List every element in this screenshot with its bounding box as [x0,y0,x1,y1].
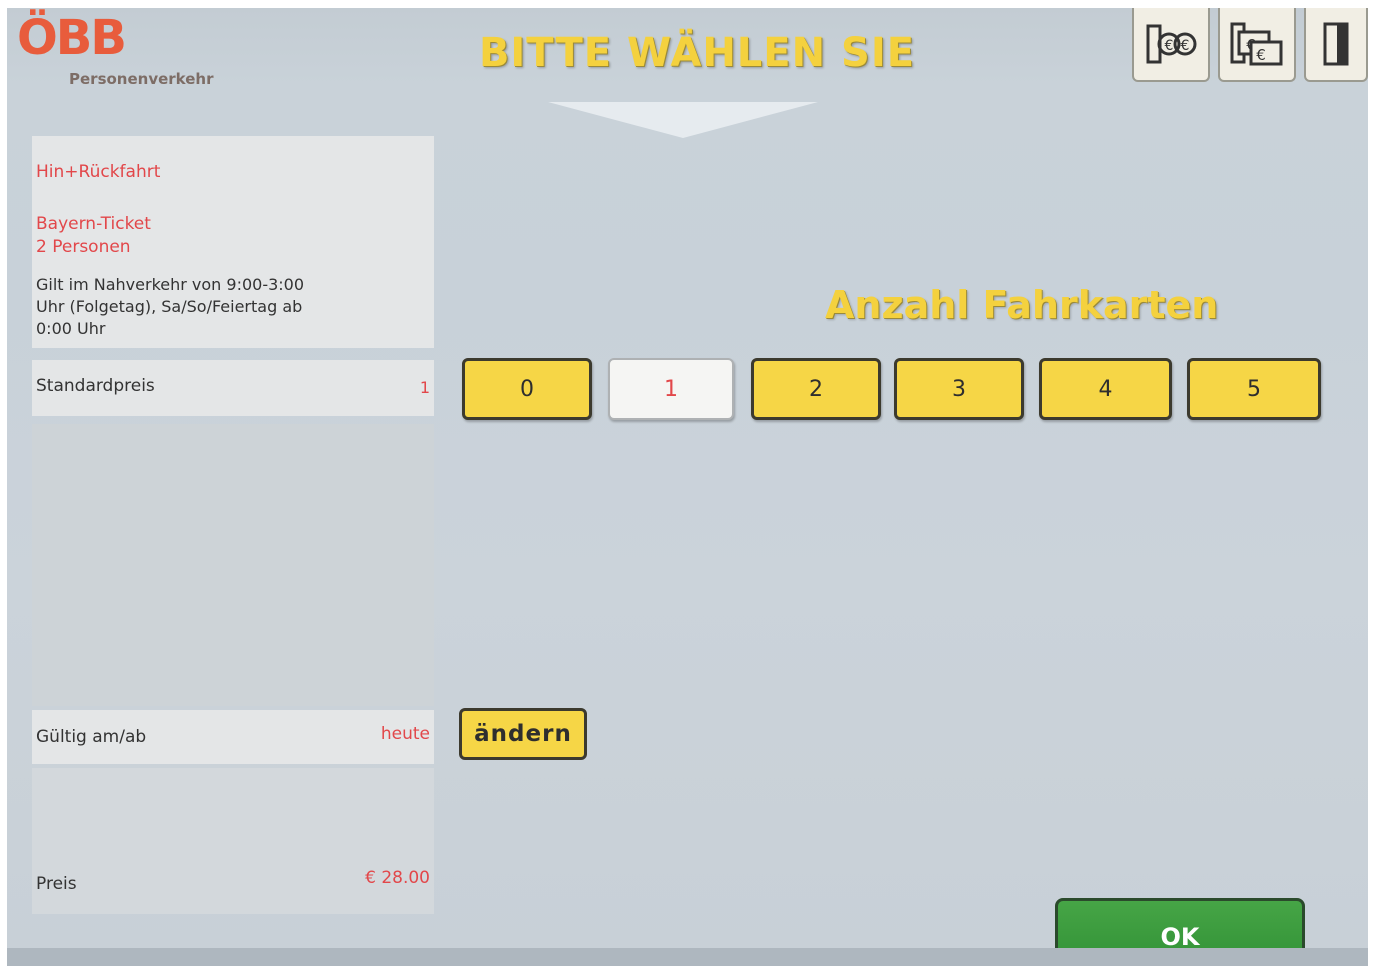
quantity-title: Anzahl Fahrkarten [825,283,1219,327]
ok-ticket-button[interactable]: OK Fahrkarte [1055,898,1305,966]
persons: 2 Personen [36,237,131,257]
empty-panel [32,424,434,706]
quantity-option-3[interactable]: 3 [894,358,1024,420]
page-title: BITTE WÄHLEN SIE [478,30,916,76]
trip-type: Hin+Rückfahrt [36,162,161,182]
price-label: Preis [36,874,77,894]
ticket-machine-screen: ÖBB Personenverkehr BITTE WÄHLEN SIE € €… [7,8,1368,966]
svg-text:€: € [1256,46,1266,64]
logo-mark: ÖBB [17,10,127,66]
validity-line: Uhr (Folgetag), Sa/So/Feiertag ab [36,297,303,316]
valid-label: Gültig am/ab [36,727,147,747]
logo-subtitle: Personenverkehr [69,70,214,88]
product-name: Bayern-Ticket [36,214,151,234]
fare-row: Standardpreis 1 [32,360,434,416]
quantity-option-2[interactable]: 2 [751,358,881,420]
validity-note: Gilt im Nahverkehr von 9:00-3:00 Uhr (Fo… [36,274,304,340]
valid-row: Gültig am/ab heute [32,710,434,764]
down-arrow-icon [548,102,818,138]
fare-count: 1 [419,378,430,397]
banknote-payment-icon: € € [1230,22,1283,66]
svg-text:€: € [1181,38,1190,54]
change-button[interactable]: ändern [459,708,587,760]
ok-label: OK [1160,923,1200,951]
card-slot-icon [1323,22,1349,66]
price-value: € 28.00 [365,868,430,888]
card-slot-button[interactable] [1304,8,1368,82]
price-panel: Preis € 28.00 [32,768,434,914]
oebb-logo: ÖBB Personenverkehr [17,14,247,94]
ok-sublabel: Fahrkarte [1114,951,1246,966]
coin-payment-icon: € € [1146,24,1197,64]
fare-label: Standardpreis [36,376,155,396]
validity-line: Gilt im Nahverkehr von 9:00-3:00 [36,275,305,294]
quantity-option-5[interactable]: 5 [1187,358,1321,420]
quantity-option-1-selected[interactable]: 1 [608,358,734,420]
validity-line: 0:00 Uhr [36,319,106,338]
coin-payment-button[interactable]: € € [1132,8,1210,82]
quantity-option-0[interactable]: 0 [462,358,592,420]
svg-text:€: € [1165,38,1174,54]
valid-value: heute [380,724,430,744]
ticket-summary-panel: Hin+Rückfahrt Bayern-Ticket 2 Personen G… [32,136,434,348]
banknote-payment-button[interactable]: € € [1218,8,1296,82]
quantity-option-4[interactable]: 4 [1039,358,1172,420]
